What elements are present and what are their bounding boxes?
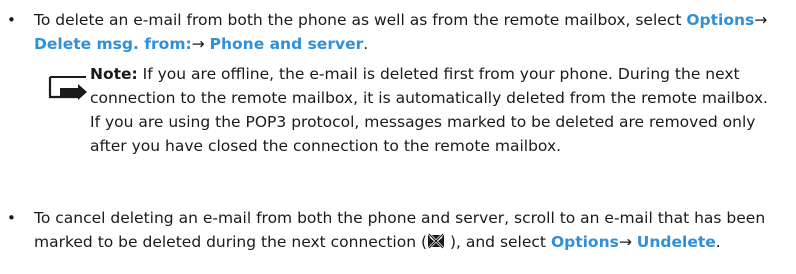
menu-undelete-link[interactable]: Undelete xyxy=(637,233,716,251)
document-page: • To delete an e-mail from both the phon… xyxy=(0,0,796,274)
menu-arrow: → xyxy=(618,233,632,251)
menu-arrow: → xyxy=(754,11,768,29)
instruction-delete-from-both: To delete an e-mail from both the phone … xyxy=(34,8,784,56)
instruction-text: To delete an e-mail from both the phone … xyxy=(34,11,687,29)
menu-arrow: → xyxy=(191,35,205,53)
marked-for-deletion-icon xyxy=(428,233,445,249)
menu-phone-and-server-link[interactable]: Phone and server xyxy=(210,35,364,53)
menu-delete-from-link[interactable]: Delete msg. from: xyxy=(34,35,192,53)
note-text: If you are offline, the e-mail is delete… xyxy=(90,65,768,155)
note-icon xyxy=(48,76,87,100)
menu-options-link[interactable]: Options xyxy=(686,11,754,29)
bullet-marker: • xyxy=(7,11,16,29)
note-label: Note: xyxy=(90,65,138,83)
note-block: Note: If you are offline, the e-mail is … xyxy=(90,62,780,158)
instruction-text: ), and select xyxy=(445,233,551,251)
instruction-text-end: . xyxy=(715,233,721,251)
instruction-text-end: . xyxy=(363,35,369,53)
menu-options-link[interactable]: Options xyxy=(551,233,619,251)
instruction-cancel-deleting: To cancel deleting an e-mail from both t… xyxy=(34,206,784,254)
bullet-marker: • xyxy=(7,209,16,227)
